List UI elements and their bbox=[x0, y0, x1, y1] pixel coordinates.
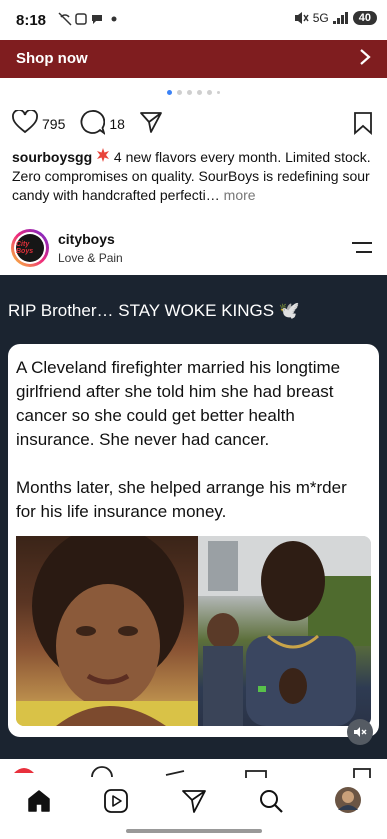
carousel-indicator bbox=[0, 90, 387, 95]
share-icon[interactable] bbox=[139, 110, 163, 139]
carousel-dot bbox=[187, 90, 192, 95]
post-username[interactable]: cityboys bbox=[58, 231, 115, 247]
notification-icons bbox=[58, 12, 120, 29]
chevron-right-icon bbox=[359, 47, 371, 73]
home-icon[interactable] bbox=[26, 788, 52, 819]
profile-avatar[interactable] bbox=[334, 786, 362, 819]
post-headline: RIP Brother… STAY WOKE KINGS 🕊️ bbox=[8, 301, 300, 320]
post-caption: sourboysgg 4 new flavors every month. Li… bbox=[12, 148, 374, 205]
search-icon[interactable] bbox=[258, 788, 284, 819]
like-count: 795 bbox=[42, 116, 66, 132]
bookmark-icon[interactable] bbox=[353, 111, 373, 140]
mute-toggle-button[interactable] bbox=[347, 719, 373, 745]
story-paragraph: Months later, she helped arrange his m*r… bbox=[16, 478, 347, 521]
direct-message-icon[interactable] bbox=[181, 788, 207, 819]
reels-icon[interactable] bbox=[103, 788, 129, 819]
burst-emoji-icon bbox=[96, 148, 114, 165]
signal-icon bbox=[332, 12, 348, 24]
avatar-logo-text: City Boys bbox=[16, 241, 34, 255]
speaker-muted-icon bbox=[354, 727, 367, 737]
more-options-icon[interactable] bbox=[351, 240, 373, 261]
comment-count: 18 bbox=[109, 116, 125, 132]
carousel-dot bbox=[207, 90, 212, 95]
battery-icon: 40 bbox=[352, 11, 377, 25]
shop-now-label: Shop now bbox=[16, 50, 88, 67]
carousel-dot bbox=[217, 91, 220, 94]
photo-woman bbox=[16, 536, 198, 726]
story-paragraph: A Cleveland firefighter married his long… bbox=[16, 358, 341, 449]
comment-icon[interactable] bbox=[79, 109, 107, 140]
home-indicator[interactable] bbox=[126, 829, 262, 833]
carousel-dot bbox=[177, 90, 182, 95]
next-post-peek bbox=[0, 759, 387, 780]
shop-now-bar[interactable]: Shop now bbox=[0, 40, 387, 78]
post-audio-label[interactable]: Love & Pain bbox=[58, 251, 123, 265]
status-bar: 8:18 5G 40 bbox=[0, 0, 387, 40]
caption-more-link[interactable]: more bbox=[224, 187, 256, 203]
like-icon[interactable] bbox=[12, 108, 38, 139]
mute-vibrate-icon bbox=[294, 12, 309, 24]
carousel-dot bbox=[167, 90, 172, 95]
network-type: 5G bbox=[312, 11, 329, 25]
photo-man bbox=[198, 536, 371, 726]
carousel-dot bbox=[197, 90, 202, 95]
status-time: 8:18 bbox=[16, 12, 47, 29]
post-actions: 795 18 bbox=[12, 108, 163, 140]
avatar[interactable]: City Boys bbox=[16, 234, 44, 262]
story-text: A Cleveland firefighter married his long… bbox=[16, 356, 368, 548]
status-right: 5G 40 bbox=[293, 11, 377, 25]
caption-username[interactable]: sourboysgg bbox=[12, 149, 92, 165]
